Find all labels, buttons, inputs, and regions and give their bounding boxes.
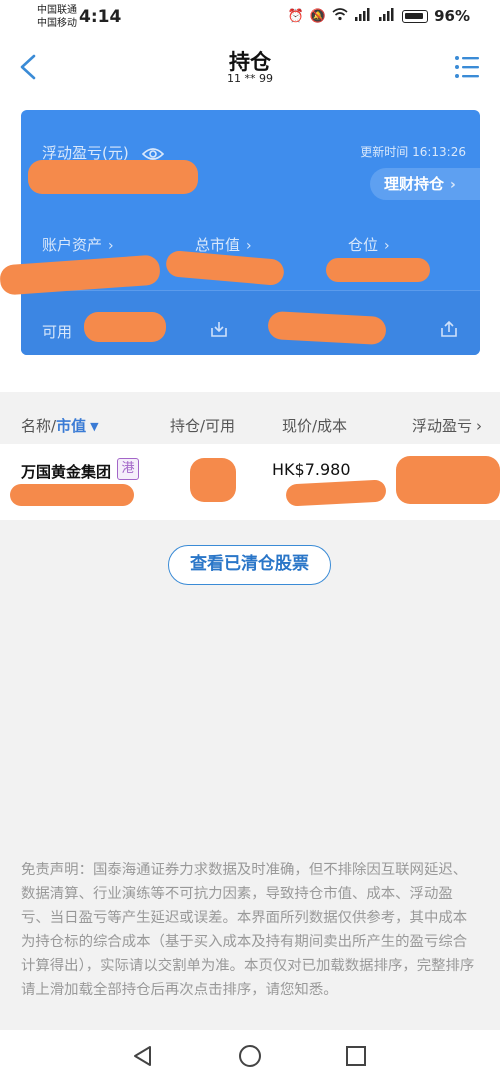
- redaction: [28, 160, 198, 194]
- system-nav-bar: [0, 1030, 500, 1083]
- redaction: [10, 484, 134, 506]
- battery-level: 96%: [434, 7, 470, 25]
- col-price-header[interactable]: 现价/成本: [282, 415, 347, 436]
- market-value-label: 总市值: [195, 236, 241, 254]
- sort-name-mv-header[interactable]: 名称/市值 ▼: [21, 415, 99, 436]
- market-value-item[interactable]: 总市值 ›: [195, 234, 252, 255]
- account-number: 11 ** 99: [227, 72, 273, 85]
- carrier-1: 中国联通: [37, 5, 77, 16]
- available-label: 可用: [42, 323, 73, 341]
- nav-bar: 持仓 11 ** 99: [0, 38, 500, 104]
- position-item[interactable]: 仓位 ›: [348, 234, 390, 255]
- sort-desc-icon: ▼: [90, 420, 99, 433]
- table-header: 名称/市值 ▼ 持仓/可用 现价/成本 浮动盈亏 ›: [0, 404, 500, 444]
- redaction: [84, 312, 166, 342]
- wealth-holdings-button[interactable]: 理财持仓 ›: [370, 168, 480, 200]
- view-cleared-stocks-button[interactable]: 查看已清仓股票: [168, 545, 331, 585]
- market-tag: 港: [117, 458, 139, 480]
- status-bar: 中国联通 中国移动 4:14 ⏰ 🔕 96%: [0, 0, 500, 38]
- col-pl-label: 浮动盈亏: [412, 417, 473, 435]
- carrier-info: 中国联通 中国移动: [37, 4, 77, 30]
- position-label: 仓位: [348, 236, 379, 254]
- chevron-right-icon: ›: [384, 238, 390, 254]
- status-icons: ⏰ 🔕 96%: [288, 7, 470, 25]
- chevron-right-icon: ›: [476, 417, 483, 435]
- col-hold-header[interactable]: 持仓/可用: [170, 415, 235, 436]
- redaction: [190, 458, 236, 502]
- update-time: 更新时间 16:13:26: [360, 145, 466, 159]
- wifi-icon: [332, 7, 348, 25]
- chevron-right-icon: ›: [450, 177, 456, 193]
- assets-label: 账户资产: [42, 236, 103, 254]
- system-back-button[interactable]: [130, 1043, 156, 1069]
- disclaimer-text: 免责声明：国泰海通证券力求数据及时准确，但不排除因互联网延迟、数据清算、行业演练…: [21, 862, 475, 998]
- system-recents-button[interactable]: [343, 1043, 369, 1069]
- col-pl-header[interactable]: 浮动盈亏 ›: [412, 415, 482, 436]
- transfer-in-icon[interactable]: [209, 319, 229, 343]
- current-price: HK$7.980: [272, 460, 351, 479]
- list-menu-icon: [455, 56, 479, 78]
- signal-icon-2: [378, 7, 396, 25]
- col-name-label: 名称: [21, 417, 52, 435]
- square-recents-icon: [346, 1046, 366, 1066]
- alarm-icon: ⏰: [287, 8, 304, 24]
- circle-home-icon: [239, 1045, 261, 1067]
- status-time: 4:14: [79, 7, 122, 27]
- assets-item[interactable]: 账户资产 ›: [42, 234, 114, 255]
- system-home-button[interactable]: [237, 1043, 263, 1069]
- wealth-holdings-label: 理财持仓: [384, 175, 445, 193]
- triangle-back-icon: [134, 1046, 151, 1066]
- col-mv-label: 市值: [56, 417, 87, 435]
- menu-button[interactable]: [454, 54, 480, 80]
- chevron-right-icon: ›: [246, 238, 252, 254]
- chevron-right-icon: ›: [108, 238, 114, 254]
- redaction: [326, 258, 430, 282]
- redaction: [396, 456, 500, 504]
- carrier-2: 中国移动: [37, 18, 77, 29]
- battery-icon: [402, 9, 429, 23]
- mute-icon: 🔕: [309, 8, 327, 24]
- signal-icon: [354, 7, 372, 25]
- stock-name: 万国黄金集团: [21, 463, 112, 481]
- transfer-out-icon[interactable]: [439, 319, 459, 343]
